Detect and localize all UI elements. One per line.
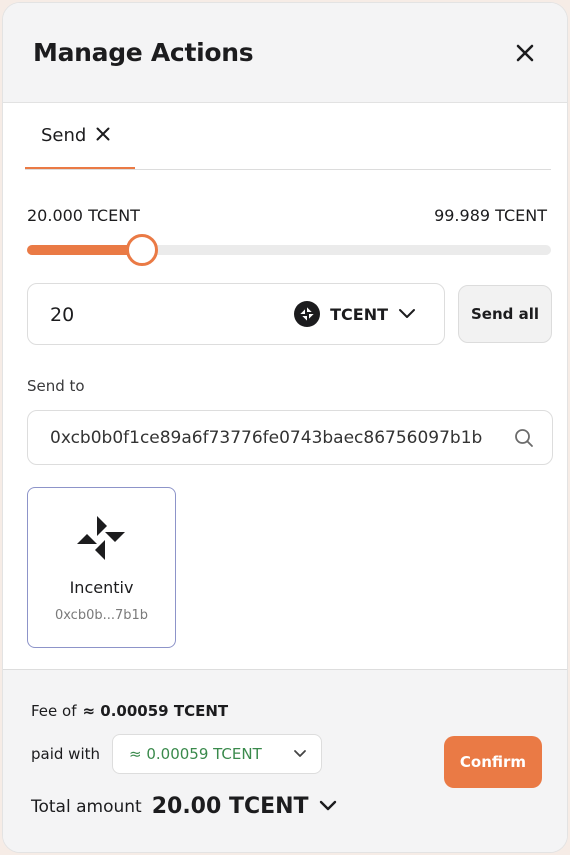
send-all-button[interactable]: Send all xyxy=(458,285,552,343)
incentiv-logo-icon xyxy=(294,301,321,327)
incentiv-logo-icon xyxy=(77,516,125,564)
tab-send-label: Send xyxy=(41,124,87,146)
recipient-address: 0xcb0b0f1ce89a6f73776fe0743baec86756097b… xyxy=(50,428,483,448)
slider-fill xyxy=(27,245,143,255)
token-select[interactable]: TCENT xyxy=(294,301,416,327)
total-row: Total amount 20.00 TCENT xyxy=(31,794,337,819)
slider-thumb[interactable] xyxy=(126,234,159,266)
close-icon[interactable] xyxy=(513,41,537,65)
modal-header: Manage Actions xyxy=(3,3,567,103)
modal-footer: Fee of ≈ 0.00059 TCENT paid with ≈ 0.000… xyxy=(3,669,567,852)
total-value: 20.00 TCENT xyxy=(151,794,309,819)
slider-min-label: 20.000 TCENT xyxy=(27,206,140,225)
paid-with-label: paid with xyxy=(31,745,100,763)
recipient-address-input[interactable]: 0xcb0b0f1ce89a6f73776fe0743baec86756097b… xyxy=(27,410,553,465)
close-icon[interactable] xyxy=(96,126,110,145)
slider-max-label: 99.989 TCENT xyxy=(434,206,547,225)
fee-label: Fee of xyxy=(31,702,77,720)
paid-with-row: paid with ≈ 0.00059 TCENT xyxy=(31,734,322,774)
total-label: Total amount xyxy=(31,796,142,817)
confirm-button[interactable]: Confirm xyxy=(444,736,542,788)
tab-send[interactable]: Send xyxy=(25,103,135,169)
paid-with-value: ≈ 0.00059 TCENT xyxy=(129,745,262,763)
contact-address: 0xcb0b...7b1b xyxy=(54,608,149,623)
search-icon[interactable] xyxy=(514,428,534,452)
paid-with-select[interactable]: ≈ 0.00059 TCENT xyxy=(112,734,322,774)
chevron-down-icon xyxy=(293,745,307,763)
chevron-down-icon[interactable] xyxy=(319,797,337,816)
amount-input[interactable]: 20 TCENT xyxy=(27,283,445,345)
send-to-label: Send to xyxy=(27,377,85,395)
chevron-down-icon xyxy=(398,305,416,324)
fee-value: ≈ 0.00059 TCENT xyxy=(82,702,229,720)
contact-card-incentiv[interactable]: Incentiv 0xcb0b...7b1b xyxy=(27,487,176,648)
action-tabs: Send xyxy=(25,103,551,170)
token-name: TCENT xyxy=(330,304,388,324)
amount-value: 20 xyxy=(50,304,75,326)
modal-title: Manage Actions xyxy=(33,38,254,67)
fee-row: Fee of ≈ 0.00059 TCENT xyxy=(31,702,228,720)
contact-name: Incentiv xyxy=(69,578,134,597)
manage-actions-modal: Manage Actions Send 20.000 TCENT 99.989 … xyxy=(2,2,568,853)
amount-slider[interactable] xyxy=(27,234,551,266)
